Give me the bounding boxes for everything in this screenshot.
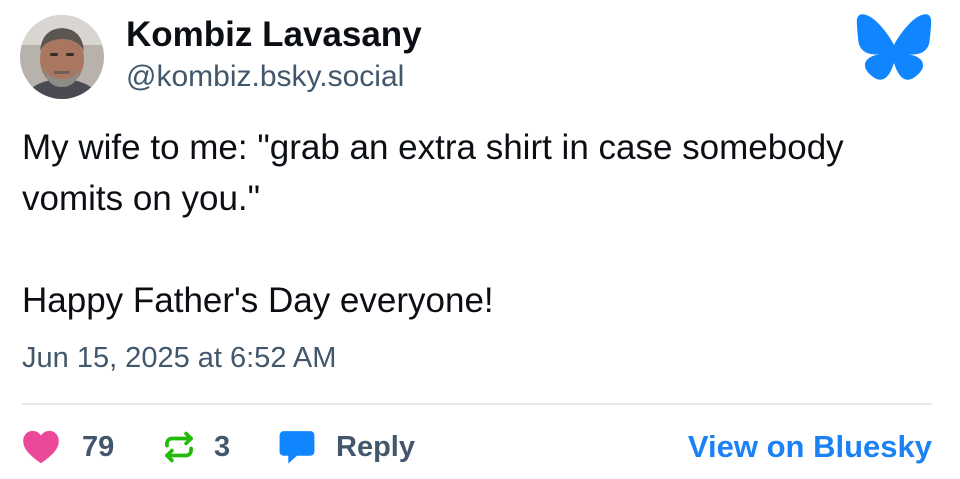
author-display-name[interactable]: Kombiz Lavasany [126,15,422,55]
like-button[interactable]: 79 [22,425,114,469]
post-timestamp[interactable]: Jun 15, 2025 at 6:52 AM [22,342,336,375]
like-count: 79 [82,430,115,463]
post-text-spacer [22,224,942,275]
author-handle[interactable]: @kombiz.bsky.social [126,60,404,94]
repost-icon [165,431,193,463]
avatar[interactable] [20,15,104,99]
reply-button[interactable]: Reply [278,425,415,469]
post-text-line: My wife to me: "grab an extra shirt in c… [22,128,844,219]
view-on-bluesky-link[interactable]: View on Bluesky [688,429,932,465]
heart-icon [23,430,59,464]
avatar-photo-icon [20,15,104,99]
bluesky-butterfly-icon[interactable] [855,13,933,81]
divider [22,403,932,405]
reply-label: Reply [336,430,415,463]
post-text-line: Happy Father's Day everyone! [22,281,494,321]
speech-bubble-icon [279,431,315,464]
repost-count: 3 [214,430,231,463]
post-text: My wife to me: "grab an extra shirt in c… [22,122,942,326]
repost-button[interactable]: 3 [162,425,230,469]
bluesky-post-embed: Kombiz Lavasany @kombiz.bsky.social My w… [0,0,960,479]
